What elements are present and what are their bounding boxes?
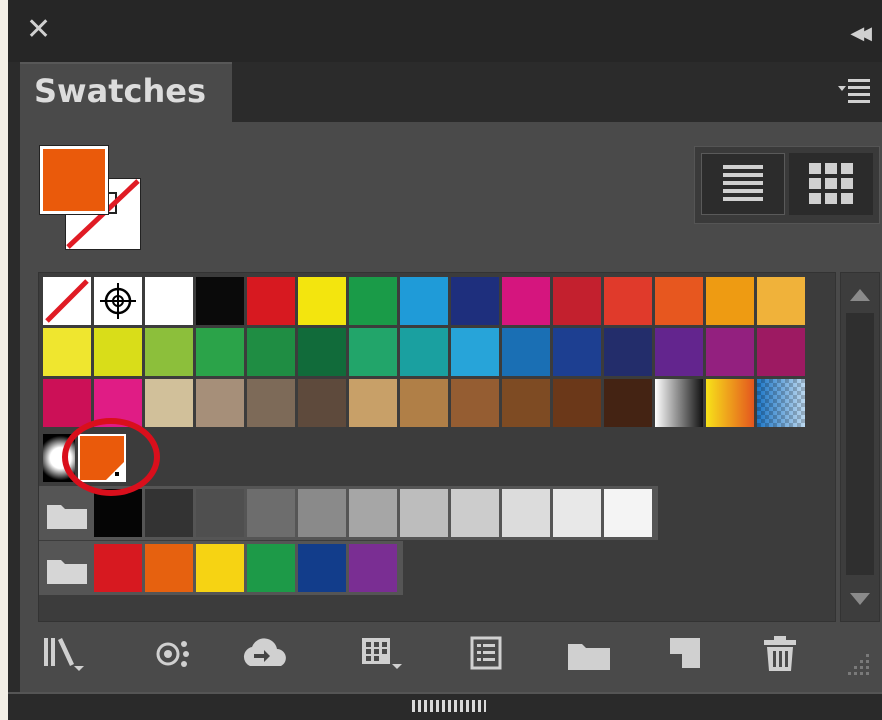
- swatch[interactable]: [604, 277, 652, 325]
- swatch[interactable]: [196, 489, 244, 537]
- none-swatch[interactable]: [43, 277, 91, 325]
- swatch[interactable]: [298, 489, 346, 537]
- swatch[interactable]: [757, 277, 805, 325]
- delete-swatch-icon[interactable]: [754, 632, 806, 676]
- swatch[interactable]: [706, 328, 754, 376]
- gradient-swatch[interactable]: [757, 379, 805, 427]
- swatch[interactable]: [553, 489, 601, 537]
- swatch[interactable]: [604, 328, 652, 376]
- swatch[interactable]: [145, 328, 193, 376]
- swatch[interactable]: [247, 379, 295, 427]
- swatch[interactable]: [196, 544, 244, 592]
- collapse-panel-icon[interactable]: ◀◀: [850, 20, 872, 48]
- swatch[interactable]: [553, 379, 601, 427]
- panel-title-bar: ✕ ◀◀: [8, 0, 882, 62]
- annotation-highlight-circle: [62, 418, 160, 496]
- swatch[interactable]: [400, 328, 448, 376]
- swatch[interactable]: [94, 544, 142, 592]
- swatch[interactable]: [43, 379, 91, 427]
- show-kinds-icon[interactable]: [150, 632, 202, 676]
- new-swatch-icon[interactable]: [660, 632, 712, 676]
- swatch[interactable]: [502, 379, 550, 427]
- list-view-button[interactable]: [701, 153, 785, 215]
- swatch[interactable]: [43, 328, 91, 376]
- swatch[interactable]: [94, 328, 142, 376]
- panel-resize-grip[interactable]: [412, 700, 486, 712]
- swatch[interactable]: [298, 379, 346, 427]
- tab-swatches-label: Swatches: [34, 72, 206, 110]
- swatch[interactable]: [298, 277, 346, 325]
- swatches-panel: ✕ ◀◀ Swatches: [8, 0, 882, 720]
- scroll-down-icon[interactable]: [850, 593, 870, 605]
- swatch[interactable]: [451, 379, 499, 427]
- swatch[interactable]: [145, 277, 193, 325]
- panel-bottom-bar: [8, 692, 882, 720]
- swatch[interactable]: [655, 328, 703, 376]
- registration-swatch[interactable]: [94, 277, 142, 325]
- swatch[interactable]: [349, 489, 397, 537]
- fill-color-swatch[interactable]: [40, 146, 108, 214]
- swatch[interactable]: [247, 277, 295, 325]
- swatch[interactable]: [655, 277, 703, 325]
- swatch[interactable]: [145, 544, 193, 592]
- panel-menu-icon[interactable]: [838, 76, 870, 104]
- close-icon[interactable]: ✕: [26, 15, 51, 45]
- resize-grip-icon[interactable]: [834, 650, 874, 686]
- swatch-options-icon[interactable]: [354, 632, 406, 676]
- grid-view-icon: [809, 163, 853, 204]
- vertical-scrollbar[interactable]: [840, 272, 880, 622]
- gradient-swatch[interactable]: [706, 379, 754, 427]
- swatch[interactable]: [247, 328, 295, 376]
- panel-body: [20, 122, 882, 692]
- panel-toolbar: [20, 620, 882, 692]
- swatch[interactable]: [196, 328, 244, 376]
- swatch[interactable]: [298, 544, 346, 592]
- swatch[interactable]: [196, 277, 244, 325]
- scroll-up-icon[interactable]: [850, 289, 870, 301]
- swatch[interactable]: [553, 277, 601, 325]
- view-toggle: [694, 146, 880, 224]
- swatch[interactable]: [604, 379, 652, 427]
- swatch[interactable]: [502, 328, 550, 376]
- swatch[interactable]: [247, 489, 295, 537]
- swatch[interactable]: [145, 379, 193, 427]
- swatch-libraries-icon[interactable]: [38, 632, 90, 676]
- scroll-thumb[interactable]: [846, 313, 874, 575]
- swatch[interactable]: [349, 544, 397, 592]
- swatch[interactable]: [757, 328, 805, 376]
- swatch[interactable]: [94, 489, 142, 537]
- swatch[interactable]: [400, 379, 448, 427]
- color-group-folder-icon[interactable]: [43, 544, 91, 592]
- gradient-swatch[interactable]: [655, 379, 703, 427]
- new-color-group-folder-icon[interactable]: [564, 632, 616, 676]
- swatch[interactable]: [196, 379, 244, 427]
- tab-bar: Swatches: [8, 62, 882, 124]
- color-group-icon[interactable]: [460, 632, 512, 676]
- swatch[interactable]: [451, 277, 499, 325]
- swatch[interactable]: [349, 379, 397, 427]
- swatch[interactable]: [502, 489, 550, 537]
- swatch[interactable]: [298, 328, 346, 376]
- swatch[interactable]: [451, 489, 499, 537]
- swatch[interactable]: [553, 328, 601, 376]
- color-group-folder-icon[interactable]: [43, 489, 91, 537]
- swatch[interactable]: [400, 277, 448, 325]
- cloud-sync-icon[interactable]: [240, 632, 292, 676]
- swatch[interactable]: [400, 489, 448, 537]
- swatch[interactable]: [349, 277, 397, 325]
- tab-swatches[interactable]: Swatches: [20, 62, 232, 124]
- list-view-icon: [723, 165, 763, 201]
- swatch[interactable]: [247, 544, 295, 592]
- swatch[interactable]: [706, 277, 754, 325]
- swatch[interactable]: [451, 328, 499, 376]
- swatch[interactable]: [604, 489, 652, 537]
- thumbnail-view-button[interactable]: [789, 153, 873, 215]
- swatch[interactable]: [349, 328, 397, 376]
- swatch[interactable]: [145, 489, 193, 537]
- swatch[interactable]: [502, 277, 550, 325]
